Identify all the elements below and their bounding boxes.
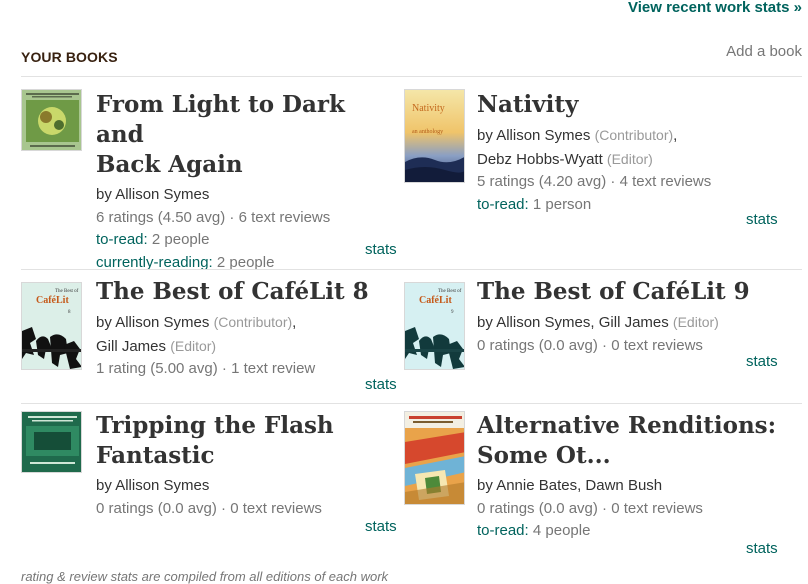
book-cover[interactable]: The Best of CaféLit 8 [21,282,82,370]
book-stats-link[interactable]: stats [746,211,778,228]
book-cover[interactable] [404,411,465,505]
row-divider [21,269,802,270]
author-role: (Contributor) [213,314,293,330]
book-cover[interactable] [21,89,82,151]
author-link[interactable]: Dawn Bush [585,477,662,494]
book-stats-link[interactable]: stats [365,376,397,393]
book-stats-link[interactable]: stats [746,353,778,370]
by-label: by [96,314,112,331]
cover-title: CaféLit [419,295,452,306]
shelf-to-read: to-read: 2 people [96,229,396,252]
book-title-link[interactable]: Nativity [477,90,797,120]
cover-small-text: The Best of [438,289,462,294]
to-read-link[interactable]: to-read: [96,231,148,248]
author-link[interactable]: Allison Symes [496,127,590,144]
book-title-link[interactable]: The Best of CaféLit 9 [477,277,797,307]
book-title-link[interactable]: The Best of CaféLit 8 [96,277,396,307]
to-read-count: 4 people [528,522,591,539]
author-link[interactable]: Allison Symes [115,314,209,331]
author-link[interactable]: Allison Symes [115,186,209,203]
title-line: Nativity [477,91,579,118]
author-link[interactable]: Debz Hobbs-Wyatt [477,151,603,168]
title-line: The Best of CaféLit 8 [96,278,369,305]
view-recent-work-stats-link[interactable]: View recent work stats » [628,0,802,16]
author-link[interactable]: Annie Bates [496,477,577,494]
book-byline-continued: Debz Hobbs-Wyatt (Editor) [477,148,797,172]
book-cover[interactable]: The Best of CaféLit 9 [404,282,465,370]
to-read-link[interactable]: to-read: [477,196,529,213]
book-cover-art-tripping-the-flash [22,412,81,472]
ratings-summary: 5 ratings (4.20 avg) · 4 text reviews [477,173,712,190]
author-role: (Editor) [170,337,217,354]
book-cover[interactable]: Nativity an anthology [404,89,465,183]
book-cover[interactable] [21,411,82,473]
title-line: Fantastic [96,442,215,469]
book-byline: by Allison Symes (Contributor), [96,311,396,335]
shelf-currently-reading: currently-reading: 2 people [96,252,396,275]
author-link[interactable]: Gill James [599,314,669,331]
title-line: Some Ot... [477,442,611,469]
author-link[interactable]: Allison Symes [496,314,590,331]
section-title: YOUR BOOKS [21,49,118,65]
book-cover-art-cafelit-9: The Best of CaféLit 9 [405,283,464,369]
to-read-link[interactable]: to-read: [477,522,529,539]
ratings-summary: 0 ratings (0.0 avg) · 0 text reviews [477,499,703,517]
to-read-count: 2 people [147,231,210,248]
title-line: Tripping the Flash [96,412,334,439]
currently-reading-count: 2 people [212,253,275,271]
book-byline: by Allison Symes [96,184,396,207]
ratings-summary: 0 ratings (0.0 avg) · 0 text reviews [96,499,322,517]
author-role: (Editor) [606,150,653,167]
book-title-link[interactable]: Tripping the Flash Fantastic [96,411,396,471]
title-line: Back Again [96,151,243,178]
title-line: Alternative Renditions: [477,412,777,439]
separator: , [590,314,595,331]
cover-title: Nativity [412,103,445,114]
separator: , [292,314,297,331]
to-read-count: 1 person [528,195,592,213]
ratings-summary: 1 rating (5.00 avg) · 1 text review [96,360,316,377]
book-byline: by Allison Symes, Gill James (Editor) [477,311,797,335]
book-stats-link[interactable]: stats [365,241,397,258]
by-label: by [96,186,112,203]
author-link[interactable]: Allison Symes [115,477,209,494]
currently-reading-link[interactable]: currently-reading: [96,254,213,271]
author-role: (Editor) [672,314,719,330]
book-stats-link[interactable]: stats [365,518,397,535]
book-cover-art-nativity: Nativity an anthology [405,90,464,182]
author-link[interactable]: Gill James [96,338,166,355]
book-title-link[interactable]: From Light to Dark and Back Again [96,90,396,180]
by-label: by [96,477,112,494]
title-line: From Light to Dark and [96,91,345,148]
title-line: The Best of CaféLit 9 [477,278,750,305]
section-divider [21,76,802,77]
book-byline: by Annie Bates, Dawn Bush [477,475,797,498]
separator: , [577,477,582,494]
cover-title: CaféLit [36,295,69,306]
by-label: by [477,127,493,144]
book-byline: by Allison Symes [96,475,396,498]
book-byline-continued: Gill James (Editor) [96,335,396,359]
by-label: by [477,477,493,494]
book-cover-art-from-light-to-dark [22,90,81,150]
book-cover-art-alternative-renditions [405,412,464,504]
book-byline: by Allison Symes (Contributor), [477,124,797,148]
separator: , [673,127,678,144]
ratings-summary: 6 ratings (4.50 avg) · 6 text reviews [96,208,331,226]
by-label: by [477,314,493,331]
author-role: (Contributor) [594,127,674,143]
book-title-link[interactable]: Alternative Renditions: Some Ot... [477,411,797,471]
row-divider [21,403,802,404]
add-book-link[interactable]: Add a book [726,43,802,60]
cover-subtitle: an anthology [412,129,443,135]
book-stats-link[interactable]: stats [746,540,778,557]
cover-small-text: The Best of [55,289,79,294]
book-cover-art-cafelit-8: The Best of CaféLit 8 [22,283,81,369]
